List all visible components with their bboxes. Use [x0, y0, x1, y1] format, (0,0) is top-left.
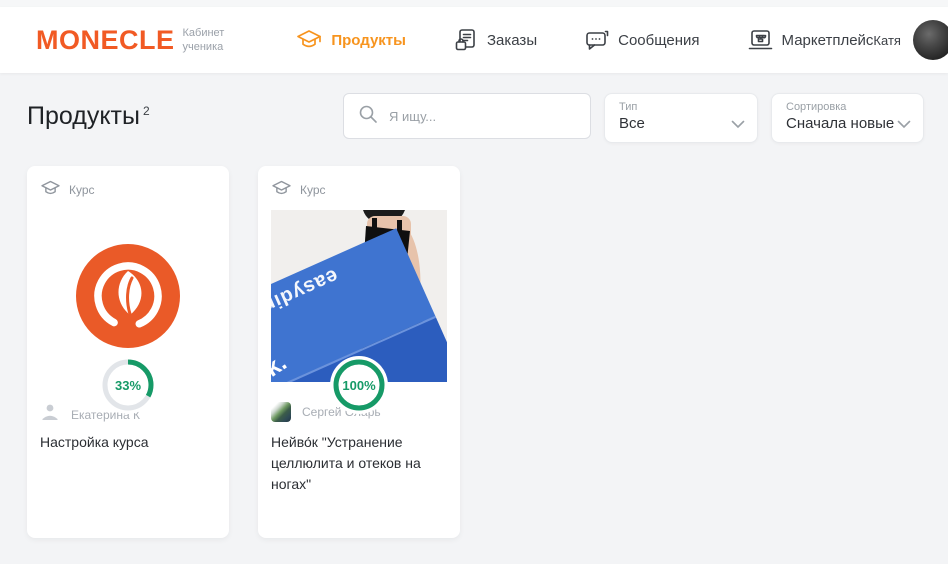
- product-card[interactable]: Курс: [258, 166, 460, 538]
- search-icon: [358, 104, 378, 129]
- search-box[interactable]: [343, 93, 591, 139]
- page-content: Продукты2 Тип Все: [0, 73, 948, 538]
- monecle-leaf-logo: [75, 243, 181, 349]
- nav-item-label: Маркетплейс: [782, 32, 874, 49]
- product-type-row: Курс: [40, 180, 95, 200]
- nav-item-label: Заказы: [487, 32, 537, 49]
- person-icon: [40, 402, 60, 427]
- progress-ring: 33%: [99, 356, 157, 414]
- product-card[interactable]: Курс 33%: [27, 166, 229, 538]
- nav-item-messages[interactable]: Сообщения: [585, 29, 699, 51]
- chevron-down-icon: [897, 116, 911, 134]
- product-type-label: Курс: [300, 183, 326, 197]
- orders-icon: [454, 28, 478, 52]
- product-grid: Курс 33%: [27, 166, 924, 538]
- toolbar: Продукты2 Тип Все: [27, 73, 924, 143]
- products-count-badge: 2: [143, 104, 150, 118]
- filter-label: Тип: [619, 101, 645, 113]
- logo-wordmark: MONECLE: [36, 25, 175, 56]
- graduation-cap-icon: [40, 180, 61, 200]
- main-nav: Продукты Заказы: [296, 28, 873, 52]
- sort-filter-dropdown[interactable]: Сортировка Сначала новые: [771, 93, 924, 143]
- filter-value: Сначала новые: [786, 115, 894, 132]
- logo[interactable]: MONECLE Кабинетученика: [36, 25, 224, 56]
- page-title: Продукты2: [27, 102, 150, 131]
- chevron-down-icon: [731, 116, 745, 134]
- search-input[interactable]: [389, 109, 559, 124]
- product-title: Настройка курса: [40, 432, 216, 453]
- graduation-cap-icon: [296, 29, 322, 51]
- nav-item-label: Продукты: [331, 32, 406, 49]
- nav-item-orders[interactable]: Заказы: [454, 28, 537, 52]
- user-name: Катя: [873, 33, 901, 48]
- nav-item-marketplace[interactable]: Маркетплейс: [748, 29, 874, 52]
- author-avatar: [271, 402, 291, 422]
- marketplace-icon: [748, 29, 773, 52]
- nav-item-label: Сообщения: [618, 32, 699, 49]
- graduation-cap-icon: [271, 180, 292, 200]
- filter-label: Сортировка: [786, 101, 894, 113]
- avatar[interactable]: [913, 20, 948, 60]
- messages-icon: [585, 29, 609, 51]
- logo-subtitle: Кабинетученика: [183, 26, 225, 55]
- progress-label: 100%: [342, 378, 375, 393]
- window-top-strip: [0, 0, 948, 7]
- user-menu[interactable]: Катя: [873, 20, 948, 60]
- product-title: Нейво́к "Устранение целлюлита и отеков н…: [271, 432, 447, 495]
- progress-ring: 100%: [330, 356, 388, 414]
- toolbar-filters: Тип Все Сортировка Сначала новые: [343, 93, 924, 143]
- product-type-row: Курс: [271, 180, 326, 200]
- product-type-label: Курс: [69, 183, 95, 197]
- app-header: MONECLE Кабинетученика Продукты: [0, 7, 948, 73]
- filter-value: Все: [619, 115, 645, 132]
- nav-item-products[interactable]: Продукты: [296, 29, 406, 51]
- type-filter-dropdown[interactable]: Тип Все: [604, 93, 758, 143]
- progress-label: 33%: [115, 378, 141, 393]
- box-side-text: wok.: [271, 349, 292, 382]
